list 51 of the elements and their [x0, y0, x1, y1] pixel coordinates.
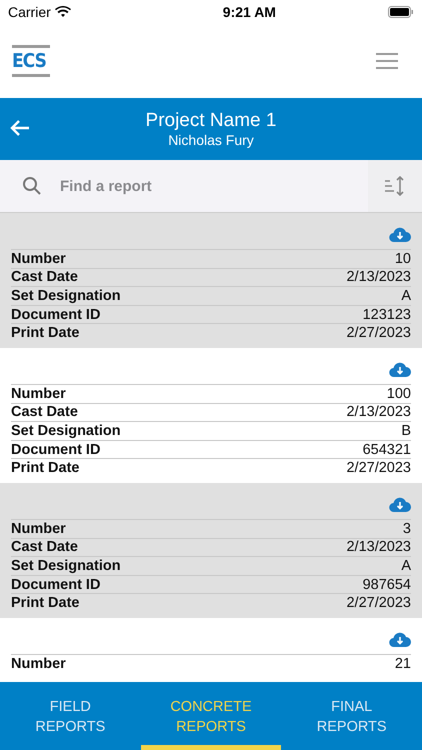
sort-icon	[384, 176, 406, 196]
field-value: 3	[402, 520, 411, 537]
field-label: Set Designation	[11, 422, 121, 439]
cloud-download-icon[interactable]	[389, 362, 411, 378]
search-icon	[22, 176, 42, 196]
company-logo: ECS	[12, 45, 50, 77]
field-value: 2/27/2023	[346, 460, 411, 476]
battery-icon	[388, 6, 414, 18]
cloud-download-icon[interactable]	[389, 497, 411, 513]
field-value: 123123	[362, 306, 411, 323]
field-label: Document ID	[11, 576, 100, 593]
field-value: 2/27/2023	[346, 595, 411, 612]
field-label: Number	[11, 520, 66, 537]
menu-button[interactable]	[376, 53, 398, 69]
field-value: 10	[394, 250, 411, 267]
search-input[interactable]: Find a report	[58, 176, 368, 196]
cloud-download-icon[interactable]	[389, 227, 411, 243]
field-value: 100	[386, 386, 411, 402]
field-value: 654321	[362, 442, 411, 458]
report-card[interactable]: Number 3 Cast Date 2/13/2023 Set Designation A Document ID 987654 Print Date 2/27/2023	[0, 483, 422, 618]
field-label: Number	[11, 656, 66, 672]
wifi-icon	[54, 6, 71, 18]
field-value: 2/13/2023	[346, 404, 411, 420]
report-card[interactable]: Number 10 Cast Date 2/13/2023 Set Designation A Document ID 123123 Print Date 2/27/2023	[0, 213, 422, 348]
field-label: Document ID	[11, 306, 100, 323]
clock-time: 9:21 AM	[222, 4, 276, 20]
field-label: Cast Date	[11, 539, 78, 556]
field-value: 2/13/2023	[346, 539, 411, 556]
field-label: Number	[11, 386, 66, 402]
carrier-name: Carrier	[8, 4, 51, 20]
field-value: A	[401, 558, 411, 574]
cloud-download-icon[interactable]	[389, 632, 411, 648]
sort-button[interactable]	[368, 160, 422, 212]
project-title: Project Name 1	[146, 110, 276, 132]
field-label: Cast Date	[11, 404, 78, 420]
field-value: 2/13/2023	[346, 269, 411, 286]
field-value: B	[401, 422, 411, 439]
field-value: 987654	[362, 576, 411, 593]
field-label: Cast Date	[11, 269, 78, 286]
field-label: Number	[11, 250, 66, 267]
project-owner: Nicholas Fury	[168, 132, 254, 148]
field-label: Set Designation	[11, 558, 121, 574]
field-value: A	[401, 288, 411, 304]
field-label: Print Date	[11, 325, 80, 342]
field-value: 21	[394, 656, 411, 672]
search-field[interactable]: Find a report	[0, 160, 368, 212]
field-label: Set Designation	[11, 288, 121, 304]
field-label: Document ID	[11, 442, 100, 458]
field-label: Print Date	[11, 460, 80, 476]
field-label: Print Date	[11, 595, 80, 612]
field-value: 2/27/2023	[346, 325, 411, 342]
